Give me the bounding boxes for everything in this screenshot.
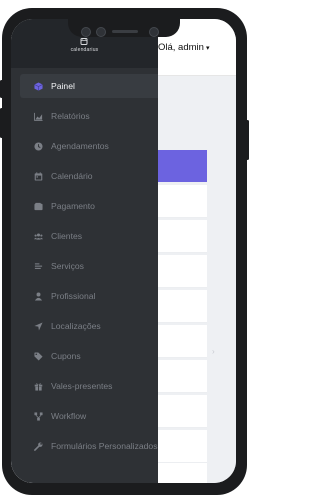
sidebar-item-relatorios[interactable]: Relatórios: [20, 104, 158, 128]
sidebar-item-formularios-personalizados[interactable]: Formulários Personalizados: [20, 434, 158, 458]
clock-icon: [32, 140, 44, 152]
sidebar-item-agendamentos[interactable]: Agendamentos: [20, 134, 158, 158]
cube-icon: [32, 80, 44, 92]
sidebar-item-label: Painel: [51, 81, 75, 91]
sidebar-item-vales-presentes[interactable]: Vales-presentes: [20, 374, 158, 398]
logo-icon: [80, 38, 88, 45]
sidebar-item-label: Agendamentos: [51, 141, 109, 151]
location-arrow-icon: [32, 320, 44, 332]
front-camera-icon: [81, 27, 91, 37]
logo-text: calendarius: [70, 47, 99, 53]
sidebar-item-localizacoes[interactable]: Localizações: [20, 314, 158, 338]
sidebar-item-label: Formulários Personalizados: [51, 441, 158, 451]
sidebar-item-calendario[interactable]: Calendário: [20, 164, 158, 188]
main-card: [151, 255, 207, 288]
user-menu[interactable]: Olá, admin ▾: [158, 42, 209, 53]
main-card: [151, 290, 207, 323]
sidebar-item-label: Calendário: [51, 171, 93, 181]
sidebar-item-pagamento[interactable]: Pagamento: [20, 194, 158, 218]
gift-icon: [32, 380, 44, 392]
navigation-drawer: calendarius Painel Relatórios Agendament…: [11, 19, 158, 483]
workflow-icon: [32, 410, 44, 422]
tag-icon: [32, 350, 44, 362]
sidebar-item-label: Localizações: [51, 321, 101, 331]
main-card: [151, 185, 207, 218]
wrench-icon: [32, 440, 44, 452]
main-card: [151, 463, 207, 483]
sidebar-item-cupons[interactable]: Cupons: [20, 344, 158, 368]
sidebar-item-workflow[interactable]: Workflow: [20, 404, 158, 428]
sidebar-item-label: Relatórios: [51, 111, 90, 121]
main-card: [151, 325, 207, 358]
area-chart-icon: [32, 110, 44, 122]
phone-screen: Olá, admin ▾ › calendarius Painel Relató…: [11, 19, 236, 483]
main-header-card: [151, 150, 207, 182]
sidebar-item-label: Clientes: [51, 231, 83, 241]
sidebar-item-label: Vales-presentes: [51, 381, 113, 391]
sidebar-item-clientes[interactable]: Clientes: [20, 224, 158, 248]
sidebar-item-label: Cupons: [51, 351, 81, 361]
sensor-icon: [96, 27, 106, 37]
sidebar-item-label: Pagamento: [51, 201, 95, 211]
user-menu-label: Olá, admin: [158, 42, 204, 53]
chevron-down-icon: ▾: [205, 45, 210, 52]
list-icon: [32, 260, 44, 272]
sidebar-item-label: Workflow: [51, 411, 87, 421]
chevron-right-icon: ›: [212, 347, 215, 356]
sidebar-item-label: Profissional: [51, 291, 96, 301]
main-card: [151, 395, 207, 428]
sidebar-item-servicos[interactable]: Serviços: [20, 254, 158, 278]
main-card: [151, 360, 207, 393]
sidebar-item-label: Serviços: [51, 261, 84, 271]
users-icon: [32, 230, 44, 242]
sidebar-item-profissional[interactable]: Profissional: [20, 284, 158, 308]
main-card: [151, 220, 207, 253]
wallet-icon: [32, 200, 44, 212]
sidebar-item-painel[interactable]: Painel: [20, 74, 158, 98]
user-icon: [32, 290, 44, 302]
proximity-sensor-icon: [149, 27, 159, 37]
speaker-grille: [112, 30, 138, 33]
main-card: [151, 430, 207, 463]
calendar-icon: [32, 170, 44, 182]
